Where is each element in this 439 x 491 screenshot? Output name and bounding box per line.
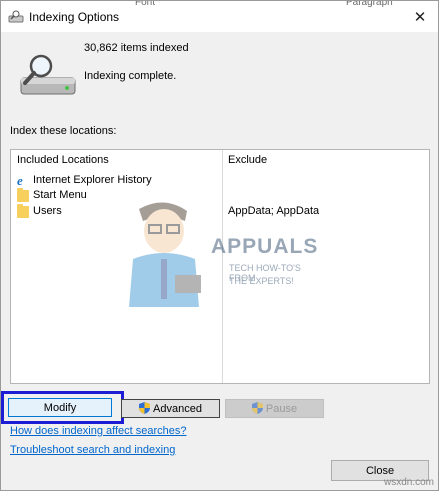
uac-shield-icon [139,402,151,414]
location-row-ie-history[interactable]: e Internet Explorer History [17,173,152,188]
help-link[interactable]: How does indexing affect searches? [10,425,187,437]
uac-shield-icon [251,402,263,414]
internet-explorer-icon: e [17,172,23,188]
location-name: Start Menu [33,189,87,201]
site-watermark: wsxdn.com [383,477,434,488]
location-row-users[interactable]: Users [17,203,62,219]
modify-button[interactable]: Modify [8,398,112,417]
indexing-options-icon [8,10,24,23]
troubleshoot-link[interactable]: Troubleshoot search and indexing [10,444,175,456]
location-row-start-menu[interactable]: Start Menu [17,187,87,203]
column-header-included[interactable]: Included Locations [17,150,109,170]
folder-icon [17,187,29,202]
background-paragraph-label: Paragraph [346,0,393,8]
pause-button-label: Pause [265,403,298,415]
window-title: Indexing Options [29,10,120,24]
location-name: Internet Explorer History [33,174,152,186]
items-indexed-count: 30,862 items indexed [84,42,189,54]
advanced-button-label: Advanced [153,403,202,415]
advanced-button[interactable]: Advanced [121,399,220,418]
indexing-status: Indexing complete. [84,70,177,82]
column-header-exclude[interactable]: Exclude [228,150,267,170]
watermark-tagline-2: THE EXPERTS! [229,276,294,286]
background-font-label: Font [135,0,156,8]
indexing-drive-icon [20,54,76,95]
pause-button[interactable]: Pause [225,399,324,418]
indexing-options-window: Font Paragraph Indexing Options ✕ 30,862… [0,0,439,491]
appuals-watermark: APPUALS TECH HOW-TO'S FROM THE EXPERTS! [119,199,329,309]
folder-icon [17,203,29,218]
watermark-title: APPUALS [211,235,319,258]
locations-heading: Index these locations: [10,125,117,137]
location-name: Users [33,205,62,217]
mascot-icon [129,202,201,307]
close-icon[interactable]: ✕ [402,1,438,32]
title-bar[interactable]: Font Paragraph Indexing Options ✕ [1,1,438,32]
